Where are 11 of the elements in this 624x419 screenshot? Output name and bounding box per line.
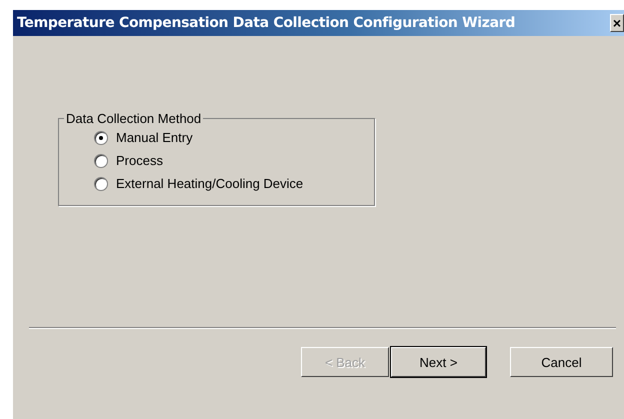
radio-button[interactable] — [94, 154, 108, 168]
group-label: Data Collection Method — [65, 111, 202, 126]
radio-label[interactable]: External Heating/Cooling Device — [116, 176, 304, 191]
radio-label[interactable]: Process — [116, 153, 163, 168]
close-button[interactable]: × — [610, 14, 624, 32]
radio-button[interactable] — [94, 176, 108, 190]
window-title: Temperature Compensation Data Collection Configuration Wizard — [17, 15, 516, 31]
radio-label[interactable]: Manual Entry — [116, 130, 193, 145]
radio-button[interactable] — [94, 130, 108, 144]
dialog-button[interactable]: Cancel — [510, 347, 613, 377]
dialog-button[interactable]: Next > — [391, 347, 486, 377]
